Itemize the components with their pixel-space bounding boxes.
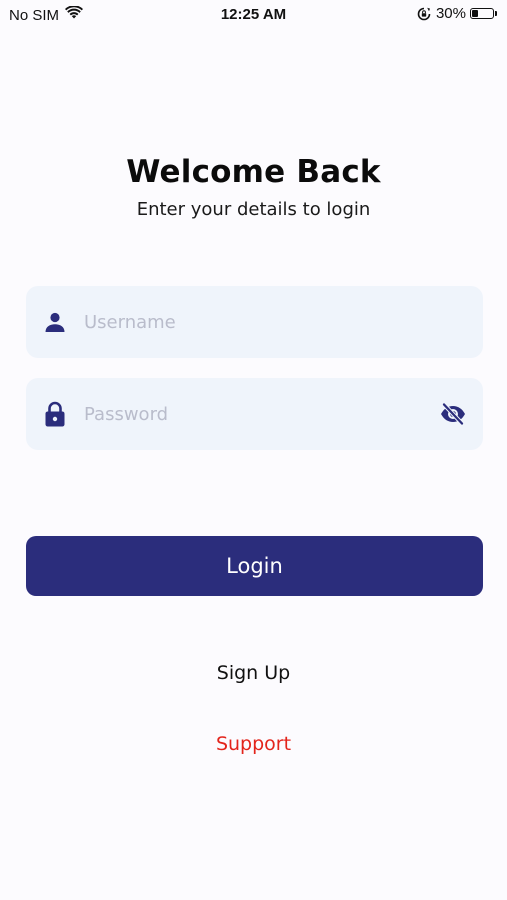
status-bar-right: 30% xyxy=(417,5,497,22)
lock-icon xyxy=(44,378,66,450)
login-button[interactable]: Login xyxy=(26,536,483,596)
support-link[interactable]: Support xyxy=(0,733,507,755)
username-input[interactable] xyxy=(84,304,429,340)
eye-off-icon[interactable] xyxy=(439,378,467,450)
signup-link-label: Sign Up xyxy=(216,662,291,684)
page-title: Welcome Back xyxy=(126,154,381,190)
login-button-label: Login xyxy=(226,554,283,578)
username-field[interactable] xyxy=(26,286,483,358)
battery-tip xyxy=(495,11,497,16)
password-input[interactable] xyxy=(84,396,429,432)
signup-link[interactable]: Sign Up xyxy=(0,662,507,684)
orientation-lock-icon xyxy=(417,7,431,21)
status-bar: No SIM 12:25 AM 30% xyxy=(0,0,507,30)
battery-percent: 30% xyxy=(435,5,466,22)
support-link-label: Support xyxy=(215,733,292,755)
password-field[interactable] xyxy=(26,378,483,450)
battery-icon xyxy=(470,8,494,19)
battery-level xyxy=(472,10,478,17)
page-subtitle: Enter your details to login xyxy=(136,199,371,220)
user-icon xyxy=(44,286,66,358)
